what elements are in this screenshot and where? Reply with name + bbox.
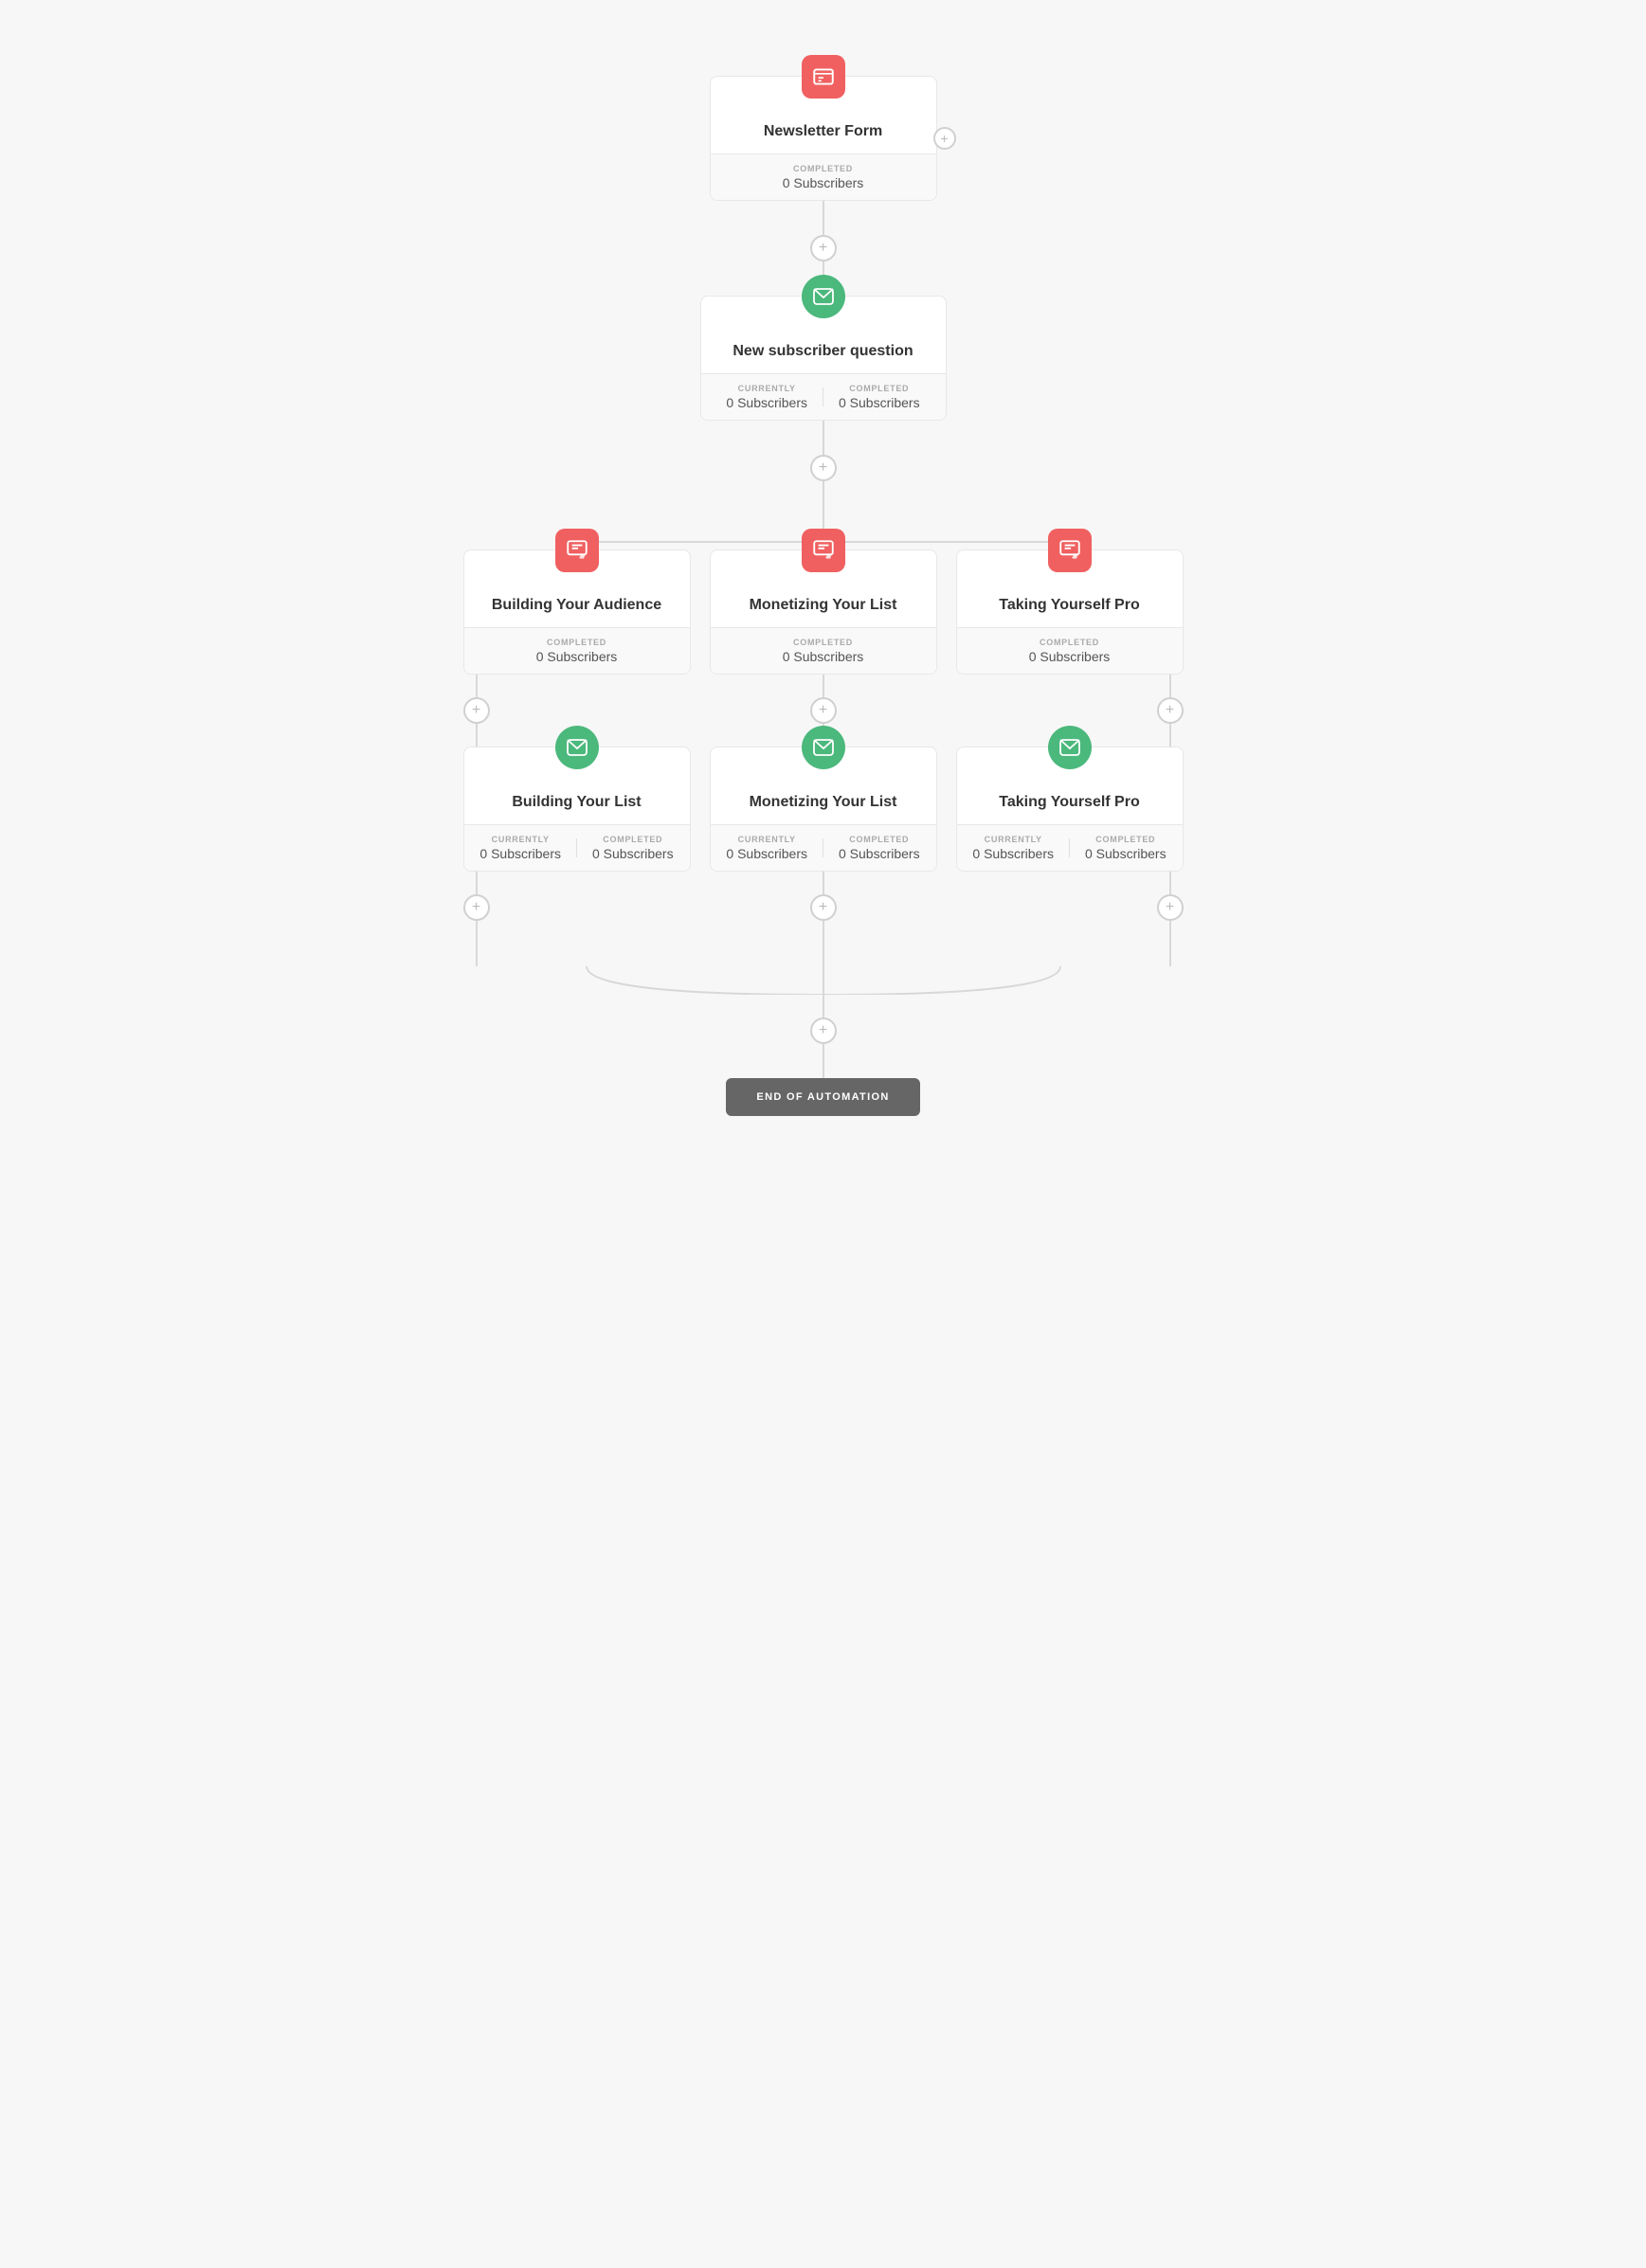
new-subscriber-icon (802, 275, 845, 318)
new-subscriber-footer: CURRENTLY 0 Subscribers COMPLETED 0 Subs… (701, 373, 946, 420)
new-subscriber-stat-currently: CURRENTLY 0 Subscribers (726, 384, 807, 410)
taking-yourself-pro-icon (1048, 529, 1092, 572)
branch-level2-plus-row: + + + (454, 872, 1193, 966)
plus-btn-final[interactable]: + (810, 1017, 837, 1044)
taking-yourself-pro-email-title: Taking Yourself Pro (974, 794, 1166, 811)
taking-yourself-pro-email-body: Taking Yourself Pro (957, 777, 1183, 824)
taking-yourself-pro-email-card[interactable]: Taking Yourself Pro CURRENTLY 0 Subscrib… (956, 747, 1184, 872)
building-audience-wrapper: Building Your Audience COMPLETED 0 Subsc… (463, 549, 691, 675)
newsletter-form-body: Newsletter Form (711, 106, 936, 153)
monetizing-list-email-title: Monetizing Your List (728, 794, 919, 811)
connector-right-2: + (1157, 872, 1184, 966)
connector-2: + (810, 421, 837, 534)
new-subscriber-body: New subscriber question (701, 326, 946, 373)
building-audience-body: Building Your Audience (464, 580, 690, 627)
new-subscriber-wrapper: New subscriber question CURRENTLY 0 Subs… (700, 296, 947, 421)
taking-yourself-pro-email-icon (1048, 726, 1092, 769)
line-v-1 (823, 201, 824, 235)
connector-left-2: + (463, 872, 490, 966)
new-subscriber-stat-completed: COMPLETED 0 Subscribers (839, 384, 920, 410)
line-v-4 (823, 481, 824, 534)
monetizing-list-email-icon (802, 726, 845, 769)
monetizing-list-icon (802, 529, 845, 572)
plus-btn-center-1[interactable]: + (810, 697, 837, 724)
newsletter-form-side-plus[interactable]: + (933, 127, 956, 150)
branch-level2-row: Building Your List CURRENTLY 0 Subscribe… (454, 747, 1193, 872)
newsletter-form-title: Newsletter Form (728, 123, 919, 140)
newsletter-form-stat-label: COMPLETED (793, 164, 853, 173)
newsletter-form-wrapper: Newsletter Form COMPLETED 0 Subscribers … (710, 76, 937, 201)
plus-btn-1[interactable]: + (810, 235, 837, 261)
monetizing-list-body: Monetizing Your List (711, 580, 936, 627)
connector-left-1: + (463, 675, 490, 747)
taking-yourself-pro-title: Taking Yourself Pro (974, 597, 1166, 614)
taking-yourself-pro-body: Taking Yourself Pro (957, 580, 1183, 627)
monetizing-list-email-col: Monetizing Your List CURRENTLY 0 Subscri… (710, 747, 937, 872)
building-list-card[interactable]: Building Your List CURRENTLY 0 Subscribe… (463, 747, 691, 872)
newsletter-form-stat-completed: COMPLETED 0 Subscribers (783, 164, 864, 190)
building-list-body: Building Your List (464, 777, 690, 824)
plus-btn-right-2[interactable]: + (1157, 894, 1184, 921)
converge-lines (463, 966, 1184, 995)
connector-center-2: + (810, 872, 837, 966)
plus-btn-center-2[interactable]: + (810, 894, 837, 921)
branch-level1-row: Building Your Audience COMPLETED 0 Subsc… (454, 549, 1193, 675)
building-audience-col: Building Your Audience COMPLETED 0 Subsc… (463, 549, 691, 675)
monetizing-list-email-footer: CURRENTLY 0 Subscribers COMPLETED 0 Subs… (711, 824, 936, 871)
monetizing-list-wrapper: Monetizing Your List COMPLETED 0 Subscri… (710, 549, 937, 675)
monetizing-list-card[interactable]: Monetizing Your List COMPLETED 0 Subscri… (710, 549, 937, 675)
building-list-icon (555, 726, 599, 769)
taking-yourself-pro-wrapper: Taking Yourself Pro COMPLETED 0 Subscrib… (956, 549, 1184, 675)
taking-yourself-pro-col: Taking Yourself Pro COMPLETED 0 Subscrib… (956, 549, 1184, 675)
plus-btn-left-1[interactable]: + (463, 697, 490, 724)
monetizing-list-col: Monetizing Your List COMPLETED 0 Subscri… (710, 549, 937, 675)
plus-btn-right-1[interactable]: + (1157, 697, 1184, 724)
taking-yourself-pro-email-col: Taking Yourself Pro CURRENTLY 0 Subscrib… (956, 747, 1184, 872)
taking-yourself-pro-card[interactable]: Taking Yourself Pro COMPLETED 0 Subscrib… (956, 549, 1184, 675)
connector-right-1: + (1157, 675, 1184, 747)
newsletter-form-card[interactable]: Newsletter Form COMPLETED 0 Subscribers (710, 76, 937, 201)
monetizing-list-title: Monetizing Your List (728, 597, 919, 614)
monetizing-list-footer: COMPLETED 0 Subscribers (711, 627, 936, 674)
building-list-col: Building Your List CURRENTLY 0 Subscribe… (463, 747, 691, 872)
monetizing-list-email-card[interactable]: Monetizing Your List CURRENTLY 0 Subscri… (710, 747, 937, 872)
end-automation-button[interactable]: END OF AUTOMATION (726, 1078, 919, 1116)
newsletter-form-icon (802, 55, 845, 99)
building-list-footer: CURRENTLY 0 Subscribers COMPLETED 0 Subs… (464, 824, 690, 871)
building-list-title: Building Your List (481, 794, 673, 811)
plus-btn-2[interactable]: + (810, 455, 837, 481)
monetizing-list-email-body: Monetizing Your List (711, 777, 936, 824)
line-v-3 (823, 421, 824, 455)
building-audience-card[interactable]: Building Your Audience COMPLETED 0 Subsc… (463, 549, 691, 675)
final-connector: + (810, 995, 837, 1078)
newsletter-form-footer: COMPLETED 0 Subscribers (711, 153, 936, 200)
taking-yourself-pro-footer: COMPLETED 0 Subscribers (957, 627, 1183, 674)
flow-container: Newsletter Form COMPLETED 0 Subscribers … (302, 38, 1345, 2230)
new-subscriber-card[interactable]: New subscriber question CURRENTLY 0 Subs… (700, 296, 947, 421)
building-audience-footer: COMPLETED 0 Subscribers (464, 627, 690, 674)
plus-btn-left-2[interactable]: + (463, 894, 490, 921)
building-audience-title: Building Your Audience (481, 597, 673, 614)
taking-yourself-pro-email-footer: CURRENTLY 0 Subscribers COMPLETED 0 Subs… (957, 824, 1183, 871)
building-audience-icon (555, 529, 599, 572)
newsletter-form-stat-value: 0 Subscribers (783, 175, 864, 190)
new-subscriber-title: New subscriber question (718, 343, 929, 360)
newsletter-form-side-plus-wrap: + (933, 127, 956, 150)
